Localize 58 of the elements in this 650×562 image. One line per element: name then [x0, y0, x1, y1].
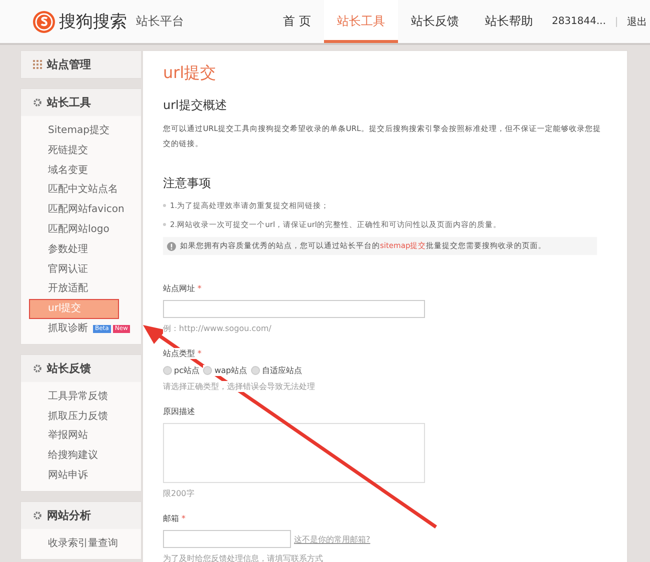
field-hint: 例：http://www.sogou.com/ — [163, 323, 272, 334]
field-label: 站点类型 * — [163, 348, 202, 359]
radio-button[interactable] — [203, 366, 212, 375]
sidebar-section-title: 网站分析 — [47, 508, 91, 523]
field-label: 邮箱 * — [163, 513, 186, 524]
email-link[interactable]: 这不是你的常用邮箱? — [294, 534, 370, 544]
sidebar-item[interactable]: 域名变更 — [21, 160, 141, 180]
nav-tab[interactable]: 站长反馈 — [398, 0, 472, 43]
field-hint: 为了及时给您反馈处理信息，请填写联系方式 — [163, 553, 323, 562]
gear-icon — [33, 510, 42, 520]
field-label: 原因描述 — [163, 406, 195, 417]
sidebar-item[interactable]: 收录索引量查询 — [21, 534, 141, 554]
logo-icon — [32, 10, 56, 34]
sidebar-item[interactable]: 匹配网站logo — [21, 220, 141, 240]
sidebar-item[interactable]: 开放适配 — [21, 279, 141, 300]
radio-option[interactable]: pc站点 — [163, 365, 200, 376]
logout-link[interactable]: 退出 — [626, 14, 647, 28]
sidebar-section-header[interactable]: 网站分析 — [21, 502, 141, 529]
sidebar-item[interactable]: 抓取压力反馈 — [21, 406, 141, 426]
reason-textarea[interactable] — [163, 423, 425, 483]
gear-icon — [33, 364, 42, 373]
gear-icon — [33, 98, 42, 107]
sidebar-item[interactable]: 网站申诉 — [21, 466, 141, 486]
sidebar-section-header[interactable]: 站长反馈 — [21, 354, 141, 382]
sidebar-section-header[interactable]: 站点管理 — [21, 51, 141, 78]
sidebar-item[interactable]: 官网认证 — [21, 260, 141, 280]
email-field[interactable] — [163, 530, 291, 548]
sidebar-item[interactable]: 参数处理 — [21, 240, 141, 260]
sidebar-section-title: 站点管理 — [47, 57, 91, 72]
user-name[interactable]: 2831844... — [552, 16, 606, 27]
field-hint: 请选择正确类型，选择错误会导致无法处理 — [163, 381, 315, 392]
field-hint: 限200字 — [163, 488, 194, 499]
site-url-field[interactable] — [163, 300, 425, 318]
radio-button[interactable] — [251, 366, 260, 375]
sidebar-section-title: 站长反馈 — [47, 360, 91, 376]
radio-option[interactable]: 自适应站点 — [251, 365, 302, 376]
nav-tab[interactable]: 站长帮助 — [472, 0, 546, 43]
grid-icon — [33, 60, 42, 69]
sidebar-item[interactable]: 死链提交 — [21, 140, 141, 161]
info-icon — [167, 242, 176, 250]
nav-tab[interactable]: 首 页 — [270, 0, 324, 43]
sidebar-section-title: 站长工具 — [47, 95, 91, 110]
section-heading: 注意事项 — [163, 175, 212, 192]
brand-name: 搜狗搜索 — [59, 11, 127, 33]
sidebar-item[interactable]: 工具异常反馈 — [21, 386, 141, 407]
brand-subtitle: 站长平台 — [136, 13, 184, 30]
radio-button[interactable] — [163, 366, 172, 375]
sidebar-item[interactable]: 匹配中文站点名 — [21, 180, 141, 200]
field-label: 站点网址 * — [163, 283, 202, 294]
sidebar-item[interactable]: 举报网站 — [21, 426, 141, 446]
sidebar-item[interactable]: 匹配网站favicon — [21, 200, 141, 220]
page-title: url提交 — [163, 63, 218, 84]
sidebar-item[interactable]: Sitemap提交 — [21, 121, 141, 141]
radio-option[interactable]: wap站点 — [203, 365, 248, 376]
section-heading: url提交概述 — [163, 97, 228, 114]
nav-tab[interactable]: 站长工具 — [324, 0, 398, 43]
sidebar-item[interactable]: 给搜狗建议 — [21, 446, 141, 466]
sidebar-section-header[interactable]: 站长工具 — [21, 89, 141, 116]
